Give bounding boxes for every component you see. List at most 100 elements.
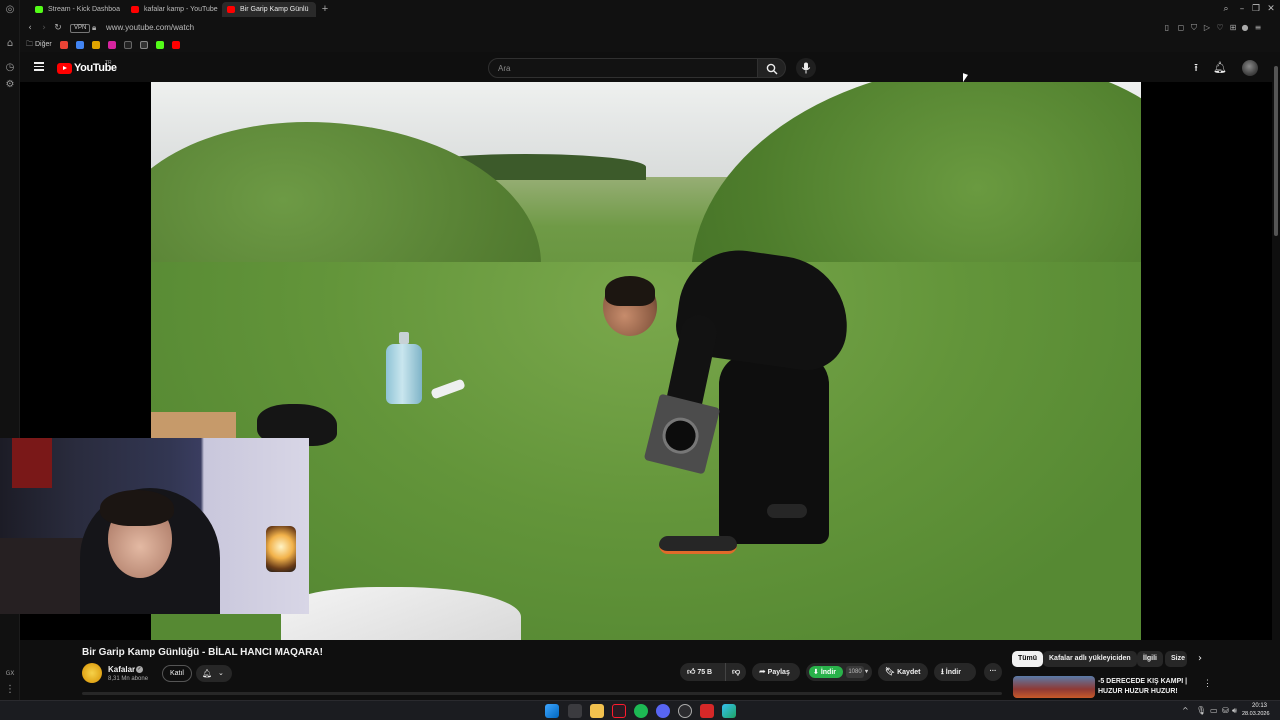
chip-all[interactable]: Tümü (1012, 651, 1044, 667)
recommendation-thumbnail[interactable] (1013, 676, 1095, 698)
instagram-icon[interactable] (108, 41, 116, 49)
snapshot-icon[interactable]: ◻ (1176, 23, 1186, 33)
close-icon[interactable]: ✕ (1265, 3, 1277, 15)
join-button[interactable]: Katıl (162, 665, 192, 682)
volume-icon[interactable]: 🔊︎ (1232, 705, 1237, 717)
mic-tray-icon[interactable]: 🎙︎ (1196, 705, 1206, 717)
youtube-logo-icon[interactable] (57, 63, 72, 74)
bookmarks-bar: 🗀︎ Diğer (20, 38, 1280, 52)
scene-shoe (659, 536, 737, 554)
chip-for-you[interactable]: Size (1165, 651, 1187, 667)
extensions-icon[interactable]: ⊞ (1228, 23, 1238, 33)
bookmark-folder[interactable]: 🗀︎ Diğer (26, 40, 52, 51)
search-icon (766, 63, 778, 75)
dislike-button[interactable]: 👎︎ (725, 663, 746, 681)
chevron-right-icon[interactable]: › (1193, 652, 1207, 666)
chevron-down-icon[interactable]: ▾ (865, 663, 868, 681)
channel-name[interactable]: Kafalar (108, 665, 135, 674)
heart-icon[interactable]: ♡ (1215, 23, 1225, 33)
search-input[interactable] (488, 58, 758, 78)
scroll-thumb[interactable] (1274, 66, 1278, 236)
settings-icon[interactable]: ⚙ (4, 79, 16, 91)
premium-download-button[interactable]: ⬇ İndir (809, 666, 843, 678)
bookmark-folder-label: Diğer (34, 41, 52, 48)
lock-icon[interactable]: 🔒︎ (92, 23, 101, 33)
chip-related[interactable]: İlgili (1137, 651, 1163, 667)
search-tabs-icon[interactable]: ⌕ (1220, 3, 1232, 15)
maximize-icon[interactable]: ❐ (1250, 3, 1262, 15)
menu-icon[interactable] (34, 62, 44, 71)
page-scrollbar[interactable] (1272, 52, 1280, 700)
more-dots-icon[interactable]: ⋮ (4, 684, 16, 696)
more-actions-button[interactable]: ··· (984, 663, 1002, 681)
gmail-icon[interactable] (60, 41, 68, 49)
opera-gx-icon[interactable] (612, 704, 626, 718)
app-red-icon[interactable] (700, 704, 714, 718)
tiktok-icon[interactable] (124, 41, 132, 49)
like-button[interactable]: 👍︎ 75 B (680, 663, 724, 681)
subscribed-button[interactable]: 🔔︎ ⌄ (196, 665, 232, 682)
scene-person-hair (605, 276, 655, 306)
clock-time[interactable]: 20:13 (1252, 703, 1267, 709)
display-icon[interactable]: ▭ (1210, 705, 1218, 717)
like-count: 75 B (697, 669, 713, 676)
obs-icon[interactable] (678, 704, 692, 718)
shield-icon[interactable]: ⛉ (1189, 23, 1199, 33)
edge-icon[interactable] (722, 704, 736, 718)
youtube-icon (227, 6, 235, 13)
kick-icon[interactable] (156, 41, 164, 49)
bookmark-icon[interactable] (92, 41, 100, 49)
chip-from-uploader[interactable]: Kafalar adlı yükleyiciden (1043, 651, 1137, 667)
tab-youtube-search[interactable]: kafalar kamp - YouTube (126, 2, 222, 17)
task-view-icon[interactable] (568, 704, 582, 718)
back-icon[interactable]: ‹ (24, 22, 36, 34)
play-icon[interactable]: ▷ (1202, 23, 1212, 33)
scene-shoe (767, 504, 807, 518)
tab-youtube-video[interactable]: Bir Garip Kamp Günlü (222, 2, 316, 17)
chevron-down-icon: ⌄ (218, 669, 224, 677)
download-button[interactable]: ⭳ İndir (934, 663, 976, 681)
discord-icon[interactable] (656, 704, 670, 718)
spotify-icon[interactable] (634, 704, 648, 718)
share-button[interactable]: ➦ Paylaş (752, 663, 800, 681)
menu-icon[interactable]: ≡ (1253, 23, 1263, 33)
scene-water-jug (386, 332, 422, 404)
forward-icon[interactable]: › (38, 22, 50, 34)
browser-menu-icon[interactable]: ◎ (4, 4, 16, 16)
tab-bar: Stream - Kick Dashboa kafalar kamp - You… (20, 0, 1280, 18)
reload-icon[interactable]: ↻ (52, 22, 64, 34)
network-icon[interactable]: ⛁ (1222, 705, 1229, 717)
cam-hair (100, 490, 174, 526)
gx-icon[interactable]: GX (4, 668, 16, 680)
channel-avatar[interactable] (82, 663, 102, 683)
history-icon[interactable]: ◷ (4, 62, 16, 74)
voice-search-button[interactable] (796, 58, 816, 78)
recommendation-title[interactable]: -5 DERECEDE KIŞ KAMPI | HUZUR HUZUR HUZU… (1098, 677, 1198, 697)
profile-icon[interactable]: ● (1240, 23, 1250, 33)
workspaces-icon[interactable]: ⌂ (4, 38, 16, 50)
youtube-icon[interactable] (172, 41, 180, 49)
save-button[interactable]: 🔖︎ Kaydet (878, 663, 928, 681)
minimize-icon[interactable]: – (1236, 3, 1248, 15)
account-avatar[interactable] (1242, 60, 1258, 76)
youtube-header: YouTube TR ⭱ 🔔︎ (20, 52, 1272, 82)
upload-icon[interactable]: ⭱ (1189, 61, 1203, 75)
tab-kick-dashboard[interactable]: Stream - Kick Dashboa (30, 2, 126, 17)
clock-date[interactable]: 28.03.2026 (1242, 711, 1270, 717)
description-box-edge[interactable] (82, 692, 1002, 695)
quality-selector[interactable]: 1080 (846, 666, 864, 678)
search-button[interactable] (758, 58, 786, 78)
start-icon[interactable] (545, 704, 559, 718)
bell-icon[interactable]: 🔔︎ (1213, 61, 1227, 75)
x-icon[interactable] (140, 41, 148, 49)
chevron-up-icon[interactable]: ^ (1182, 705, 1189, 717)
url-field[interactable]: www.youtube.com/watch (106, 23, 194, 32)
wallet-icon[interactable]: ▯ (1162, 23, 1172, 33)
scene-bags (281, 587, 521, 640)
new-tab-button[interactable]: + (319, 2, 331, 16)
recommendation-menu-icon[interactable]: ⋮ (1203, 677, 1212, 689)
country-code: TR (105, 60, 112, 66)
vpn-badge[interactable]: VPN (70, 24, 91, 33)
file-explorer-icon[interactable] (590, 704, 604, 718)
translate-icon[interactable] (76, 41, 84, 49)
